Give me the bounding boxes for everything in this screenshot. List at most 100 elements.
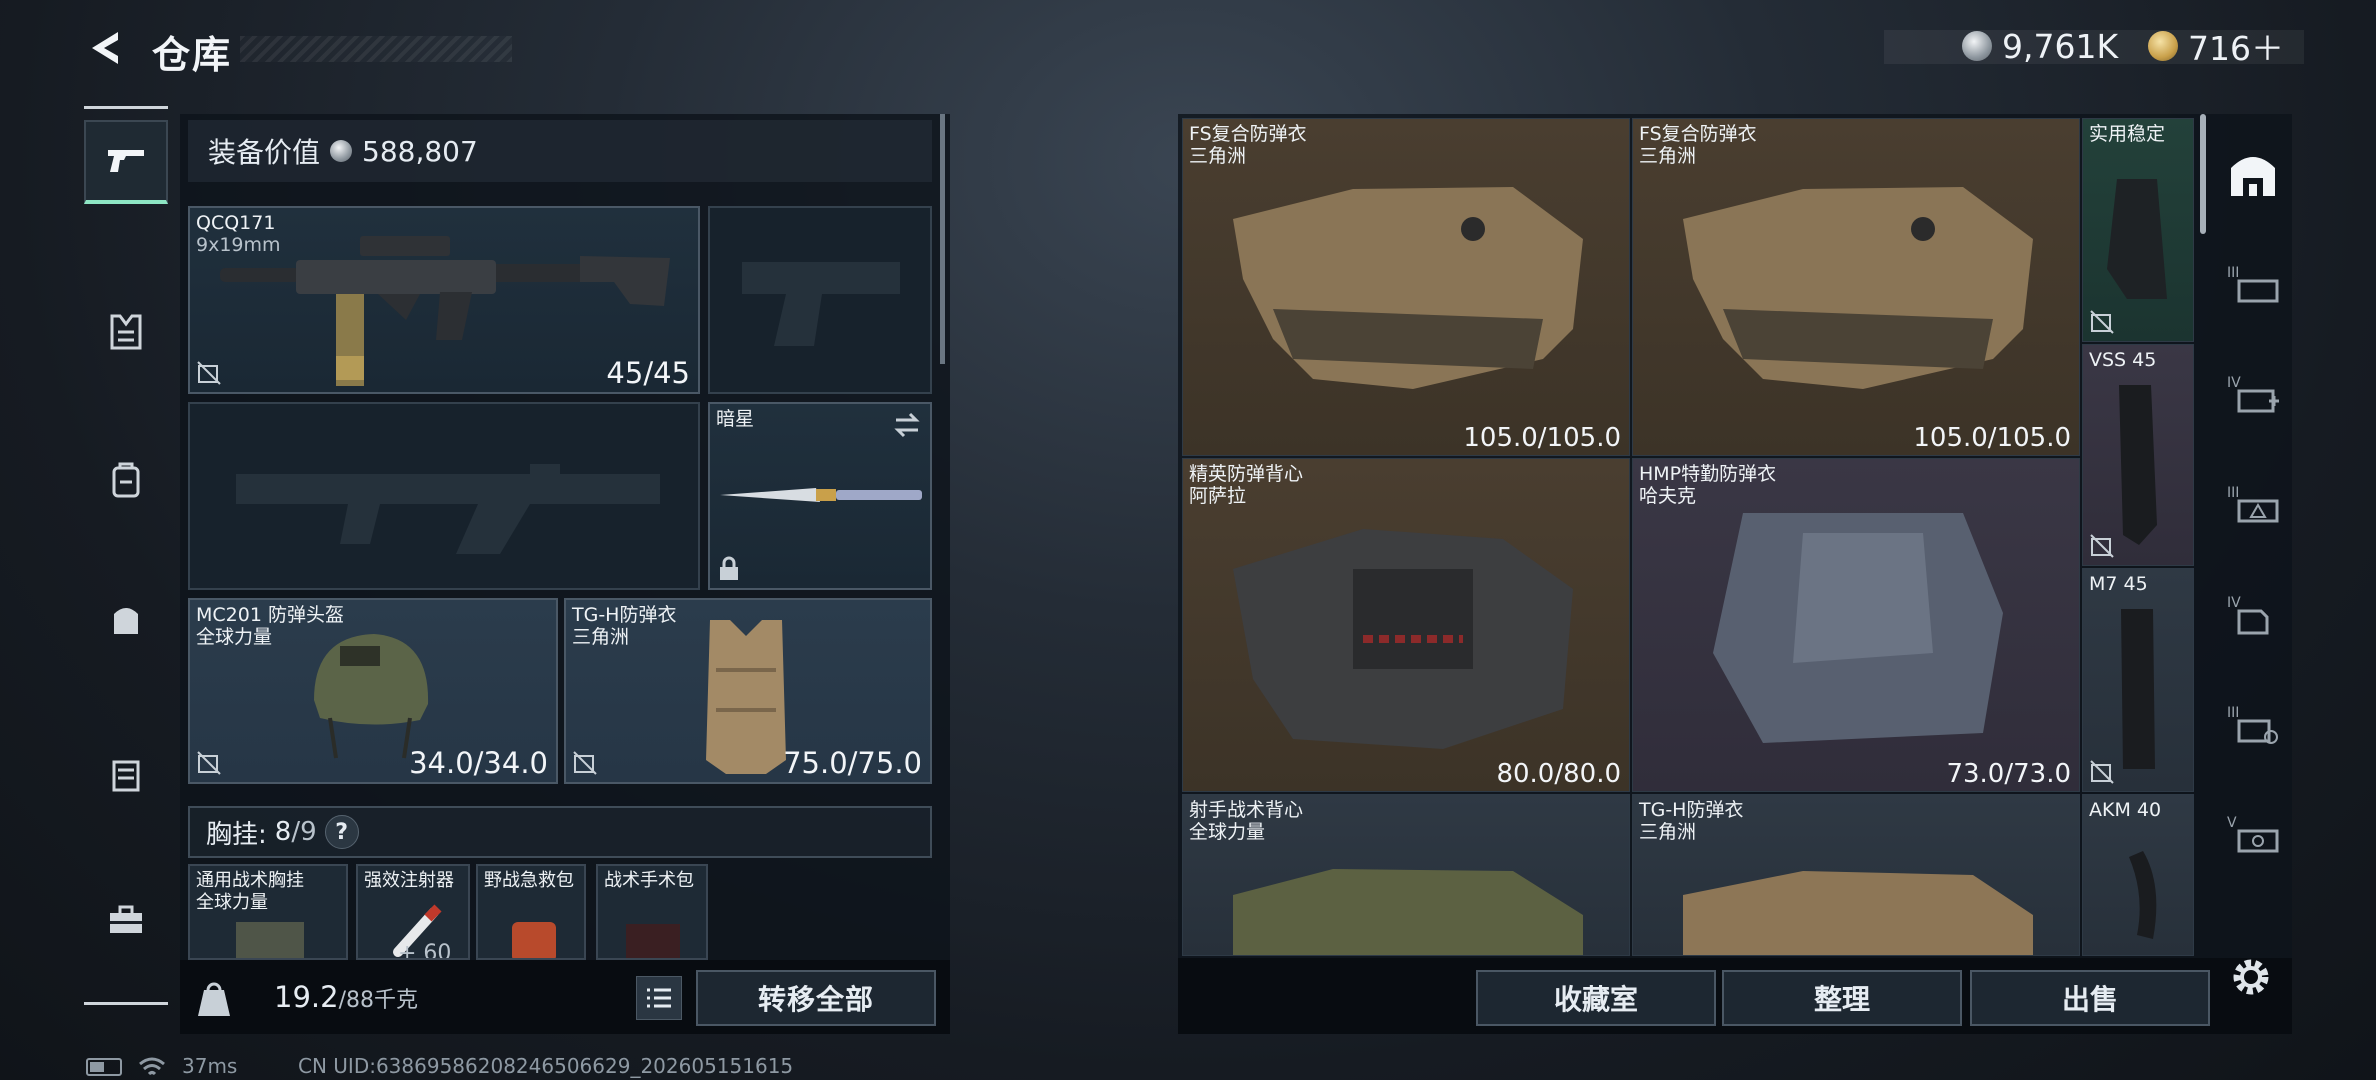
- item-name: 射手战术背心: [1189, 799, 1304, 821]
- magazine-image: [2119, 385, 2157, 545]
- stash-item[interactable]: HMP特勤防弹衣 哈夫克 73.0/73.0: [1632, 458, 2080, 792]
- pocket-sub: 全球力量: [196, 892, 268, 913]
- pocket-name: 野战急救包: [484, 870, 574, 891]
- helmet-slot[interactable]: MC201 防弹头盔 全球力量 34.0/34.0: [188, 598, 558, 784]
- item-sub: 全球力量: [1189, 821, 1266, 843]
- weight-max: /88千克: [338, 988, 418, 1013]
- vest-image: [1233, 869, 1583, 955]
- stash-tab-iii-b[interactable]: III: [2218, 470, 2288, 540]
- primary-weapon-slot[interactable]: QCQ171 9x19mm 45/45: [188, 206, 700, 394]
- swap-icon[interactable]: [892, 412, 922, 438]
- back-arrow-icon[interactable]: [84, 26, 128, 70]
- stash-tab-home[interactable]: [2218, 140, 2288, 210]
- pocket-name: 战术手术包: [604, 870, 694, 891]
- title-decoration: [240, 36, 512, 62]
- pocket-slot[interactable]: 通用战术胸挂 全球力量: [188, 864, 348, 960]
- gold-amount: 716＋: [2188, 29, 2284, 68]
- chest-rig-header: 胸挂: 8 /9 ?: [188, 806, 932, 858]
- helmet-durability: 34.0/34.0: [409, 746, 548, 780]
- pocket-name: 强效注射器: [364, 870, 454, 891]
- chest-rig-used: 8: [274, 817, 292, 847]
- silver-currency[interactable]: 9,761K: [1962, 26, 2118, 66]
- chest-rig-total: /9: [291, 817, 317, 847]
- stash-tab-iv-b[interactable]: IV: [2218, 580, 2288, 650]
- item-durability: 73.0/73.0: [1946, 759, 2071, 789]
- pocket-slot[interactable]: 战术手术包: [596, 864, 708, 960]
- page-title: 仓库: [152, 33, 233, 77]
- nav-medical[interactable]: [84, 878, 168, 962]
- pocket-slot[interactable]: 强效注射器 + 60: [356, 864, 470, 960]
- secondary-weapon-slot[interactable]: [188, 402, 700, 590]
- equipment-value-label: 装备价值: [208, 136, 321, 169]
- knife-image: [720, 488, 922, 502]
- sort-button[interactable]: 整理: [1722, 970, 1962, 1026]
- help-icon[interactable]: ?: [324, 815, 359, 849]
- chest-rig-label: 胸挂:: [206, 819, 267, 850]
- nav-backpack-a[interactable]: [84, 438, 168, 522]
- sidearm-slot[interactable]: [708, 206, 932, 394]
- nav-backpack-b[interactable]: [84, 578, 168, 662]
- item-name: TG-H防弹衣: [1639, 799, 1744, 821]
- stash-item[interactable]: M7 45: [2082, 568, 2194, 792]
- stash-item[interactable]: VSS 45: [2082, 344, 2194, 566]
- vest-image: [706, 620, 786, 774]
- list-view-button[interactable]: [636, 976, 682, 1020]
- left-category-nav: [84, 106, 168, 1006]
- vest-image: [1713, 513, 2003, 743]
- stash-item[interactable]: FS复合防弹衣 三角洲 105.0/105.0: [1632, 118, 2080, 456]
- tier-iii-icon: III: [2227, 705, 2278, 744]
- stash-tab-iii[interactable]: III: [2218, 250, 2288, 320]
- rifle-silhouette-icon: [236, 464, 660, 554]
- item-name: VSS 45: [2089, 349, 2157, 371]
- equipment-value-bar: 装备价值 588,807: [188, 120, 932, 182]
- body-armor-slot[interactable]: TG-H防弹衣 三角洲 75.0/75.0: [564, 598, 932, 784]
- equipment-scrollbar[interactable]: [940, 114, 945, 364]
- equipment-value: 588,807: [362, 134, 478, 168]
- item-name: AKM 40: [2089, 799, 2162, 821]
- melee-slot[interactable]: 暗星: [708, 402, 932, 590]
- magazine-image: [2121, 609, 2155, 769]
- no-insure-icon: [2090, 310, 2114, 334]
- melee-name: 暗星: [716, 408, 755, 430]
- stash-tab-iii-c[interactable]: III: [2218, 690, 2288, 760]
- tier-iii-icon: III: [2227, 265, 2279, 303]
- nav-armor[interactable]: [84, 290, 168, 374]
- svg-text:III: III: [2227, 705, 2239, 721]
- tier-iii-icon: III: [2227, 485, 2279, 523]
- weapon-ammo: 45/45: [606, 356, 690, 390]
- nav-weapons[interactable]: [84, 120, 168, 204]
- stash-item[interactable]: FS复合防弹衣 三角洲 105.0/105.0: [1182, 118, 1630, 456]
- gold-currency[interactable]: 716＋: [2148, 26, 2284, 68]
- stash-item[interactable]: AKM 40: [2082, 794, 2194, 956]
- pistol-icon: [108, 150, 144, 172]
- stash-item[interactable]: 精英防弹背心 阿萨拉 80.0/80.0: [1182, 458, 1630, 792]
- rig-image: [236, 922, 304, 958]
- stash-tab-iv[interactable]: IV: [2218, 360, 2288, 430]
- stash-tab-v[interactable]: V: [2218, 800, 2288, 870]
- weight-display: 19.2/88千克: [274, 980, 418, 1014]
- nav-bottom-divider: [84, 1002, 168, 1005]
- sell-button[interactable]: 出售: [1970, 970, 2210, 1026]
- gear-icon[interactable]: [2228, 954, 2274, 1000]
- vault-button[interactable]: 收藏室: [1476, 970, 1716, 1026]
- tier-iv-icon: IV: [2227, 595, 2269, 635]
- battery-icon: [86, 1058, 122, 1076]
- stash-item[interactable]: TG-H防弹衣 三角洲: [1632, 794, 2080, 956]
- stash-scrollbar[interactable]: [2200, 114, 2206, 234]
- stash-item[interactable]: 射手战术背心 全球力量: [1182, 794, 1630, 956]
- stash-item[interactable]: 实用稳定: [2082, 118, 2194, 342]
- armor-durability: 75.0/75.0: [783, 746, 922, 780]
- nav-container[interactable]: [84, 732, 168, 816]
- transfer-all-button[interactable]: 转移全部: [696, 970, 936, 1026]
- list-icon: [647, 988, 671, 1008]
- backpack-icon: [112, 462, 140, 498]
- no-insure-icon: [197, 751, 221, 775]
- pocket-slot[interactable]: 野战急救包: [476, 864, 586, 960]
- svg-text:III: III: [2227, 265, 2239, 281]
- item-name: FS复合防弹衣: [1639, 123, 1757, 145]
- wifi-icon: [139, 1057, 165, 1076]
- container-icon: [112, 760, 140, 792]
- item-name: HMP特勤防弹衣: [1639, 463, 1777, 485]
- item-durability: 105.0/105.0: [1913, 423, 2071, 453]
- lock-icon: [720, 556, 738, 580]
